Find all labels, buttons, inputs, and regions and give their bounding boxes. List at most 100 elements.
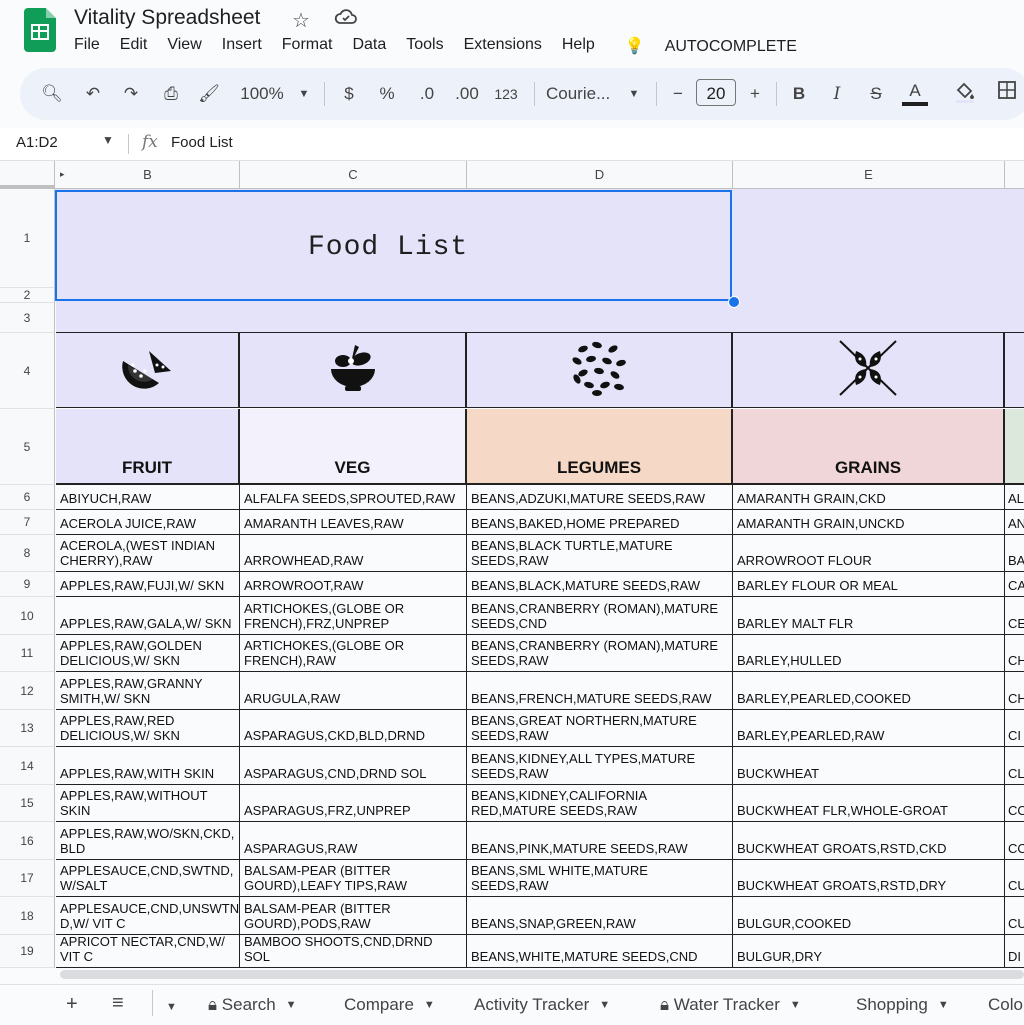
cell-grains[interactable]: AMARANTH GRAIN,CKD bbox=[733, 485, 1005, 510]
cell-next_col[interactable]: CE bbox=[1005, 597, 1024, 635]
category-legumes[interactable]: LEGUMES bbox=[467, 409, 733, 485]
row-header[interactable]: 18 bbox=[0, 897, 55, 935]
cell-next_col[interactable]: CH bbox=[1005, 672, 1024, 710]
cell-veg[interactable]: BAMBOO SHOOTS,CND,DRND SOL bbox=[240, 935, 467, 968]
cell-fruit[interactable]: APPLES,RAW,WO/SKN,CKD, BLD bbox=[56, 822, 240, 860]
fill-handle[interactable] bbox=[728, 296, 740, 308]
row-header[interactable]: 7 bbox=[0, 510, 55, 535]
tab-caret-icon[interactable]: ▼ bbox=[286, 999, 297, 1011]
add-sheet-icon[interactable]: + bbox=[66, 993, 78, 1016]
menu-insert[interactable]: Insert bbox=[212, 36, 272, 58]
cell-next_col[interactable]: AL bbox=[1005, 485, 1024, 510]
fill-color-icon[interactable] bbox=[952, 80, 978, 108]
menu-file[interactable]: File bbox=[64, 36, 110, 58]
row-header[interactable]: 17 bbox=[0, 860, 55, 897]
cell-grains[interactable]: BUCKWHEAT GROATS,RSTD,CKD bbox=[733, 822, 1005, 860]
increase-font-size-button[interactable]: + bbox=[744, 80, 766, 108]
row-header[interactable]: 2 bbox=[0, 288, 55, 303]
strikethrough-icon[interactable]: S bbox=[864, 80, 888, 108]
tab-compare[interactable]: Compare ▼ bbox=[344, 995, 435, 1015]
row-header[interactable]: 11 bbox=[0, 635, 55, 672]
cell-grains[interactable]: BUCKWHEAT bbox=[733, 747, 1005, 785]
row-header[interactable]: 8 bbox=[0, 535, 55, 572]
font-caret-icon[interactable]: ▼ bbox=[626, 80, 642, 108]
print-icon[interactable]: ⎙ bbox=[158, 80, 184, 108]
cell-legumes[interactable]: BEANS,PINK,MATURE SEEDS,RAW bbox=[467, 822, 733, 860]
cell-veg[interactable]: ARROWROOT,RAW bbox=[240, 572, 467, 597]
borders-icon[interactable] bbox=[994, 80, 1020, 108]
cell-legumes[interactable]: BEANS,WHITE,MATURE SEEDS,CND bbox=[467, 935, 733, 968]
cell-fruit[interactable]: APPLESAUCE,CND,UNSWTN D,W/ VIT C bbox=[56, 897, 240, 935]
cell-fruit[interactable]: APPLES,RAW,GRANNY SMITH,W/ SKN bbox=[56, 672, 240, 710]
row-header[interactable]: 19 bbox=[0, 935, 55, 968]
cell-next_col[interactable]: CO bbox=[1005, 822, 1024, 860]
italic-button[interactable]: I bbox=[826, 80, 848, 108]
zoom-caret-icon[interactable]: ▼ bbox=[296, 80, 312, 108]
more-formats-button[interactable]: 123 bbox=[490, 80, 522, 108]
grains-icon-cell[interactable] bbox=[733, 333, 1005, 408]
cell-veg[interactable]: ASPARAGUS,CND,DRND SOL bbox=[240, 747, 467, 785]
cell-next_col[interactable]: CU bbox=[1005, 860, 1024, 897]
zoom-select[interactable]: 100% bbox=[236, 80, 288, 108]
tab-next[interactable]: Colo bbox=[988, 995, 1023, 1015]
cell-legumes[interactable]: BEANS,KIDNEY,ALL TYPES,MATURE SEEDS,RAW bbox=[467, 747, 733, 785]
redo-icon[interactable]: ↷ bbox=[118, 80, 144, 108]
cell-veg[interactable]: ARTICHOKES,(GLOBE OR FRENCH),RAW bbox=[240, 635, 467, 672]
veg-icon-cell[interactable] bbox=[240, 333, 467, 408]
decrease-font-size-button[interactable]: − bbox=[668, 80, 688, 108]
star-icon[interactable]: ☆ bbox=[292, 8, 310, 33]
column-header-d[interactable]: D bbox=[467, 161, 733, 188]
cell-legumes[interactable]: BEANS,BAKED,HOME PREPARED bbox=[467, 510, 733, 535]
name-box[interactable]: A1:D2 bbox=[16, 134, 58, 151]
cell-legumes[interactable]: BEANS,ADZUKI,MATURE SEEDS,RAW bbox=[467, 485, 733, 510]
cell-fruit[interactable]: ACEROLA,(WEST INDIAN CHERRY),RAW bbox=[56, 535, 240, 572]
cloud-status-icon[interactable] bbox=[334, 6, 358, 34]
row-header[interactable]: 3 bbox=[0, 303, 55, 333]
cell-next_col[interactable]: BA bbox=[1005, 535, 1024, 572]
select-all-corner[interactable] bbox=[0, 161, 55, 188]
cell-grains[interactable]: BARLEY,PEARLED,RAW bbox=[733, 710, 1005, 747]
cell-grains[interactable]: ARROWROOT FLOUR bbox=[733, 535, 1005, 572]
decrease-decimal-button[interactable]: .0 bbox=[412, 80, 442, 108]
cell-fruit[interactable]: APPLES,RAW,WITHOUT SKIN bbox=[56, 785, 240, 822]
menu-data[interactable]: Data bbox=[342, 36, 396, 58]
cell-fruit[interactable]: ACEROLA JUICE,RAW bbox=[56, 510, 240, 535]
tab-caret-icon[interactable]: ▼ bbox=[424, 999, 435, 1011]
cell-veg[interactable]: BALSAM-PEAR (BITTER GOURD),PODS,RAW bbox=[240, 897, 467, 935]
category-veg[interactable]: VEG bbox=[240, 409, 467, 485]
cell-fruit[interactable]: APPLES,RAW,RED DELICIOUS,W/ SKN bbox=[56, 710, 240, 747]
cell-legumes[interactable]: BEANS,CRANBERRY (ROMAN),MATURE SEEDS,RAW bbox=[467, 635, 733, 672]
row-header[interactable]: 14 bbox=[0, 747, 55, 785]
tab-caret-icon[interactable]: ▼ bbox=[938, 999, 949, 1011]
cell-next_col[interactable]: DI bbox=[1005, 935, 1024, 968]
tab-caret-icon[interactable]: ▼ bbox=[790, 999, 801, 1011]
cell-next_col[interactable]: CU bbox=[1005, 897, 1024, 935]
row-header[interactable]: 1 bbox=[0, 189, 55, 288]
menu-tools[interactable]: Tools bbox=[396, 36, 453, 58]
cell-grains[interactable]: BULGUR,DRY bbox=[733, 935, 1005, 968]
cell-veg[interactable]: ASPARAGUS,FRZ,UNPREP bbox=[240, 785, 467, 822]
horizontal-scrollbar[interactable] bbox=[60, 970, 1024, 979]
row-header[interactable]: 9 bbox=[0, 572, 55, 597]
cell-legumes[interactable]: BEANS,CRANBERRY (ROMAN),MATURE SEEDS,CND bbox=[467, 597, 733, 635]
cell-next_col[interactable]: CI bbox=[1005, 710, 1024, 747]
cell-veg[interactable]: BALSAM-PEAR (BITTER GOURD),LEAFY TIPS,RA… bbox=[240, 860, 467, 897]
cell-grains[interactable]: BARLEY FLOUR OR MEAL bbox=[733, 572, 1005, 597]
legumes-icon-cell[interactable] bbox=[467, 333, 733, 408]
cell-next_col[interactable]: CO bbox=[1005, 785, 1024, 822]
cell-fruit[interactable]: APRICOT NECTAR,CND,W/ VIT C bbox=[56, 935, 240, 968]
cell-legumes[interactable]: BEANS,SNAP,GREEN,RAW bbox=[467, 897, 733, 935]
cell-legumes[interactable]: BEANS,BLACK,MATURE SEEDS,RAW bbox=[467, 572, 733, 597]
paint-format-icon[interactable]: 🖌︎ bbox=[196, 80, 222, 108]
percent-format-button[interactable]: % bbox=[376, 80, 398, 108]
menu-edit[interactable]: Edit bbox=[110, 36, 158, 58]
cell-veg[interactable]: ARTICHOKES,(GLOBE OR FRENCH),FRZ,UNPREP bbox=[240, 597, 467, 635]
cell-fruit[interactable]: ABIYUCH,RAW bbox=[56, 485, 240, 510]
row-header[interactable]: 15 bbox=[0, 785, 55, 822]
cell-grains[interactable]: BULGUR,COOKED bbox=[733, 897, 1005, 935]
sheets-logo-icon[interactable] bbox=[24, 8, 56, 52]
cell-veg[interactable]: ARUGULA,RAW bbox=[240, 672, 467, 710]
cell-fruit[interactable]: APPLES,RAW,WITH SKIN bbox=[56, 747, 240, 785]
cell-legumes[interactable]: BEANS,SML WHITE,MATURE SEEDS,RAW bbox=[467, 860, 733, 897]
category-fruit[interactable]: FRUIT bbox=[56, 409, 240, 485]
